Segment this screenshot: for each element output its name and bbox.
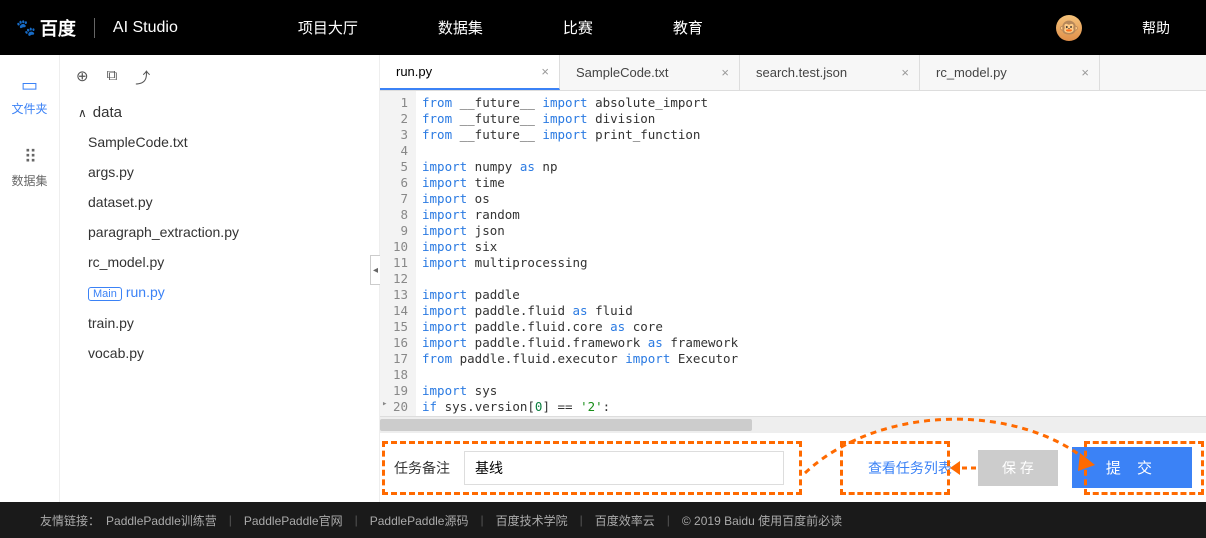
folder-icon: ▭ bbox=[21, 75, 38, 96]
grid-icon: ⠿ bbox=[24, 147, 35, 168]
logo-text: 百度 bbox=[40, 15, 76, 41]
close-icon[interactable]: × bbox=[541, 64, 549, 79]
tab-rc-model[interactable]: rc_model.py × bbox=[920, 55, 1100, 90]
footer-link[interactable]: 百度技术学院 bbox=[496, 512, 568, 529]
file-item[interactable]: args.py bbox=[68, 157, 371, 187]
footer-link[interactable]: PaddlePaddle训练营 bbox=[106, 512, 217, 529]
tab-label: run.py bbox=[396, 64, 432, 79]
sidebar-label: 数据集 bbox=[11, 172, 47, 189]
avatar[interactable]: 🐵 bbox=[1056, 15, 1082, 41]
task-remark-label: 任务备注 bbox=[394, 458, 450, 478]
file-item[interactable]: SampleCode.txt bbox=[68, 127, 371, 157]
file-item[interactable]: rc_model.py bbox=[68, 247, 371, 277]
footer-copyright: © 2019 Baidu 使用百度前必读 bbox=[682, 512, 842, 529]
code-editor[interactable]: 123456789101112131415161718192021222324 … bbox=[380, 91, 1206, 416]
submit-button[interactable]: 提 交 bbox=[1072, 447, 1192, 488]
nav-education[interactable]: 教育 bbox=[673, 17, 703, 38]
nav-project-hall[interactable]: 项目大厅 bbox=[298, 17, 358, 38]
file-item-active[interactable]: Main run.py bbox=[68, 277, 371, 308]
sidebar-label: 文件夹 bbox=[11, 100, 47, 117]
close-icon[interactable]: × bbox=[1081, 65, 1089, 80]
editor-tabs: run.py × SampleCode.txt × search.test.json… bbox=[380, 55, 1206, 91]
tab-search-json[interactable]: search.test.json × bbox=[740, 55, 920, 90]
new-file-icon[interactable]: ⊕ bbox=[76, 67, 89, 88]
help-link[interactable]: 帮助 bbox=[1142, 18, 1170, 38]
file-tree-folder[interactable]: ∧ data bbox=[68, 98, 371, 127]
tab-label: SampleCode.txt bbox=[576, 65, 669, 80]
save-button[interactable]: 保 存 bbox=[978, 450, 1058, 486]
top-nav: 项目大厅 数据集 比赛 教育 bbox=[298, 17, 703, 38]
footer-link[interactable]: 百度效率云 bbox=[595, 512, 655, 529]
arrow-annotation bbox=[948, 457, 978, 479]
editor-area: ◂ run.py× SampleCode.txt× search.test.js… bbox=[380, 55, 1206, 502]
divider bbox=[94, 18, 95, 38]
sidebar-item-files[interactable]: ▭ 文件夹 bbox=[11, 75, 47, 117]
horizontal-scrollbar[interactable] bbox=[380, 416, 1206, 432]
main: ▭ 文件夹 ⠿ 数据集 ⊕ ⧉ ⤴ ∧ data SampleCode.txt a… bbox=[0, 55, 1206, 502]
nav-competitions[interactable]: 比赛 bbox=[563, 17, 593, 38]
file-name: run.py bbox=[126, 284, 165, 300]
left-sidebar: ▭ 文件夹 ⠿ 数据集 bbox=[0, 55, 60, 502]
file-item[interactable]: vocab.py bbox=[68, 338, 371, 368]
code-text[interactable]: from __future__ import absolute_importfr… bbox=[416, 91, 1206, 416]
tab-run-py[interactable]: run.py × bbox=[380, 55, 560, 90]
header: 🐾百度 AI Studio 项目大厅 数据集 比赛 教育 🐵 帮助 bbox=[0, 0, 1206, 55]
baidu-paw-icon: 🐾 bbox=[16, 18, 36, 38]
footer-link[interactable]: PaddlePaddle源码 bbox=[370, 512, 469, 529]
close-icon[interactable]: × bbox=[721, 65, 729, 80]
logo[interactable]: 🐾百度 AI Studio bbox=[16, 15, 178, 41]
file-item[interactable]: dataset.py bbox=[68, 187, 371, 217]
file-tree: ⊕ ⧉ ⤴ ∧ data SampleCode.txt args.py datas… bbox=[60, 55, 380, 502]
nav-datasets[interactable]: 数据集 bbox=[438, 17, 483, 38]
chevron-down-icon: ∧ bbox=[78, 106, 87, 120]
file-item[interactable]: train.py bbox=[68, 308, 371, 338]
task-remark-input[interactable] bbox=[464, 451, 784, 485]
studio-text: AI Studio bbox=[113, 19, 178, 37]
file-tree-actions: ⊕ ⧉ ⤴ bbox=[68, 67, 371, 98]
line-gutter: 123456789101112131415161718192021222324 bbox=[380, 91, 416, 416]
tab-label: search.test.json bbox=[756, 65, 847, 80]
upload-icon[interactable]: ⤴ bbox=[135, 67, 150, 88]
new-folder-icon[interactable]: ⧉ bbox=[107, 67, 118, 88]
main-badge: Main bbox=[88, 287, 122, 301]
footer-link[interactable]: PaddlePaddle官网 bbox=[244, 512, 343, 529]
view-tasks-link[interactable]: 查看任务列表 bbox=[868, 458, 952, 478]
collapse-handle[interactable]: ◂ bbox=[370, 255, 380, 285]
tab-label: rc_model.py bbox=[936, 65, 1007, 80]
sidebar-item-datasets[interactable]: ⠿ 数据集 bbox=[11, 147, 47, 189]
footer: 友情链接： PaddlePaddle训练营| PaddlePaddle官网| P… bbox=[0, 502, 1206, 538]
close-icon[interactable]: × bbox=[901, 65, 909, 80]
tab-samplecode[interactable]: SampleCode.txt × bbox=[560, 55, 740, 90]
file-item[interactable]: paragraph_extraction.py bbox=[68, 217, 371, 247]
folder-name: data bbox=[93, 104, 122, 121]
bottom-bar: 任务备注 查看任务列表 保 存 提 交 bbox=[380, 432, 1206, 502]
scroll-thumb[interactable] bbox=[380, 419, 752, 431]
footer-prefix: 友情链接： bbox=[40, 512, 100, 529]
